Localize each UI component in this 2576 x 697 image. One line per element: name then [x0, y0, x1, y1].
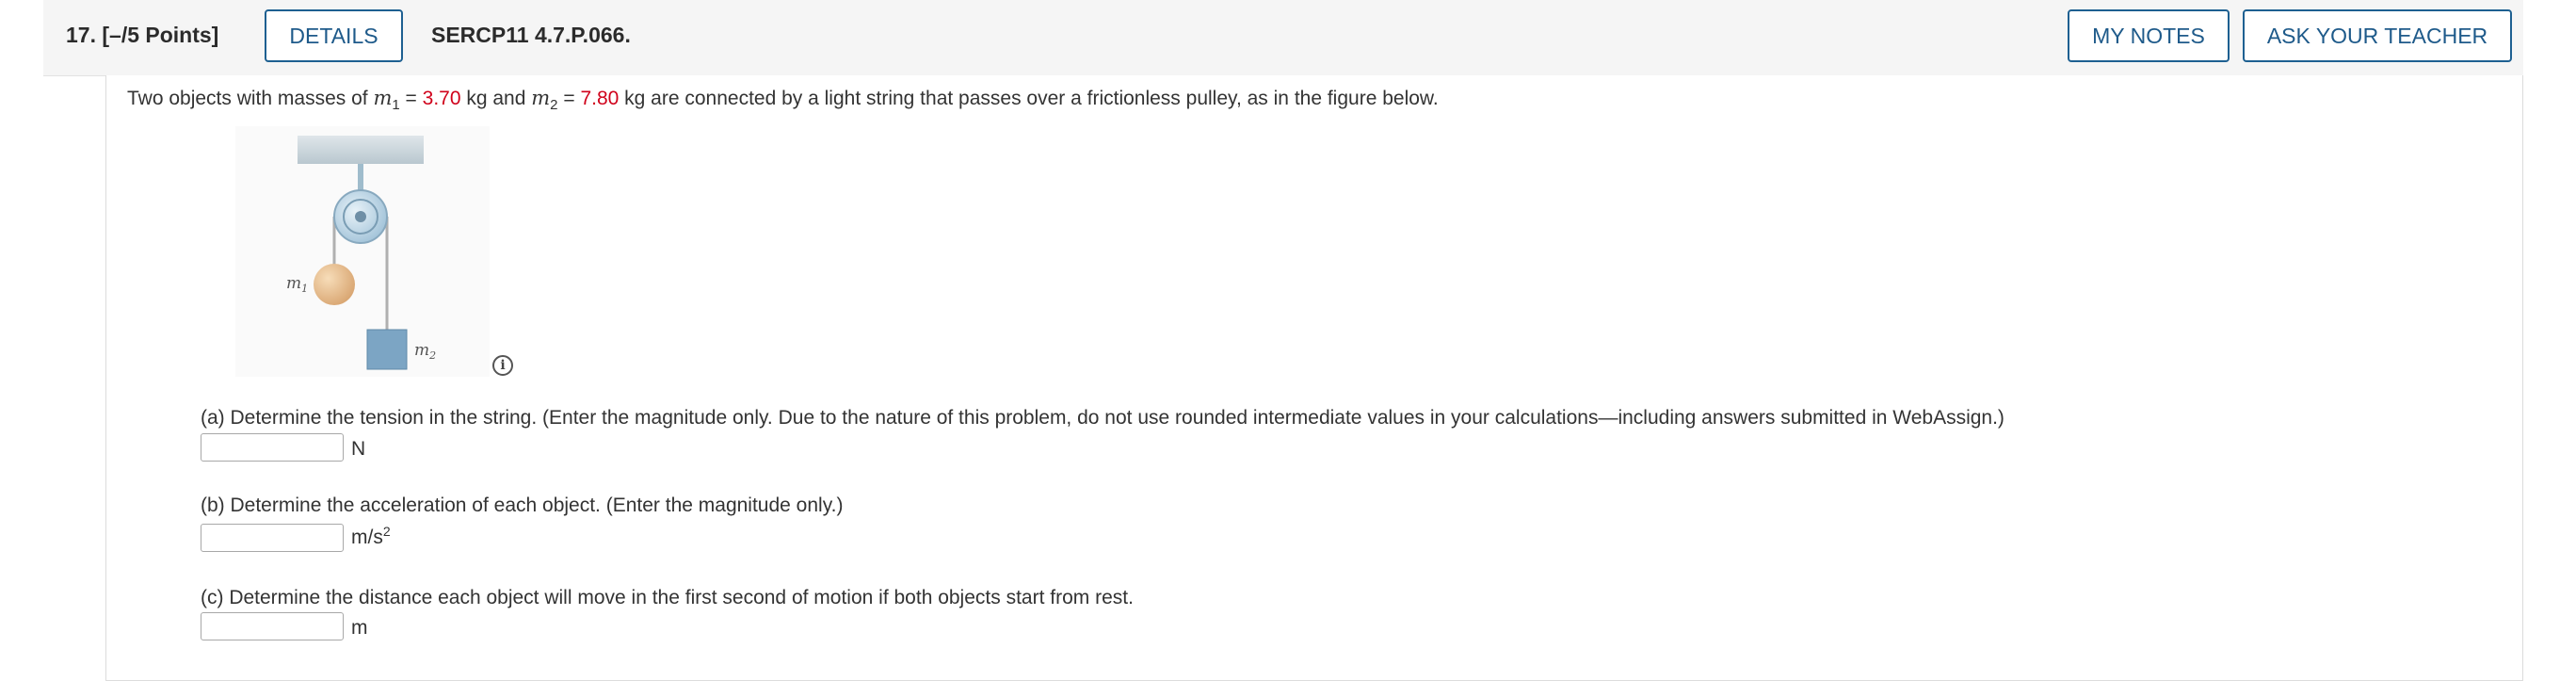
- part-a-prompt: (a) Determine the tension in the string.…: [201, 407, 2004, 429]
- details-button[interactable]: DETAILS: [265, 9, 403, 62]
- part-c-answer-input[interactable]: [201, 612, 344, 640]
- mass-1-ball: [314, 264, 355, 305]
- part-b-answer-input[interactable]: [201, 524, 344, 552]
- m2-value: 7.80: [580, 88, 620, 109]
- part-b-prompt: (b) Determine the acceleration of each o…: [201, 494, 844, 516]
- part-a-unit: N: [351, 438, 366, 460]
- ask-your-teacher-button[interactable]: ASK YOUR TEACHER: [2243, 9, 2512, 62]
- part-b-unit: m/s2: [351, 524, 391, 548]
- my-notes-button[interactable]: MY NOTES: [2068, 9, 2230, 62]
- m1-value: 3.70: [422, 88, 461, 109]
- part-c-unit: m: [351, 617, 368, 639]
- pulley-figure: m1 m2: [235, 126, 490, 377]
- part-c-prompt: (c) Determine the distance each object w…: [201, 587, 1134, 608]
- question-code: SERCP11 4.7.P.066.: [431, 23, 631, 47]
- pulley-diagram: m1 m2: [235, 126, 490, 377]
- ceiling: [298, 136, 424, 164]
- info-icon[interactable]: i: [492, 355, 513, 376]
- mass-2-block: [366, 329, 408, 370]
- pulley-axle: [355, 211, 366, 222]
- question-header: 17. [–/5 Points] DETAILS SERCP11 4.7.P.0…: [43, 0, 2523, 76]
- part-a-answer-input[interactable]: [201, 433, 344, 462]
- question-number-points: 17. [–/5 Points]: [66, 23, 219, 47]
- problem-statement: Two objects with masses of m1 = 3.70 kg …: [127, 87, 1439, 114]
